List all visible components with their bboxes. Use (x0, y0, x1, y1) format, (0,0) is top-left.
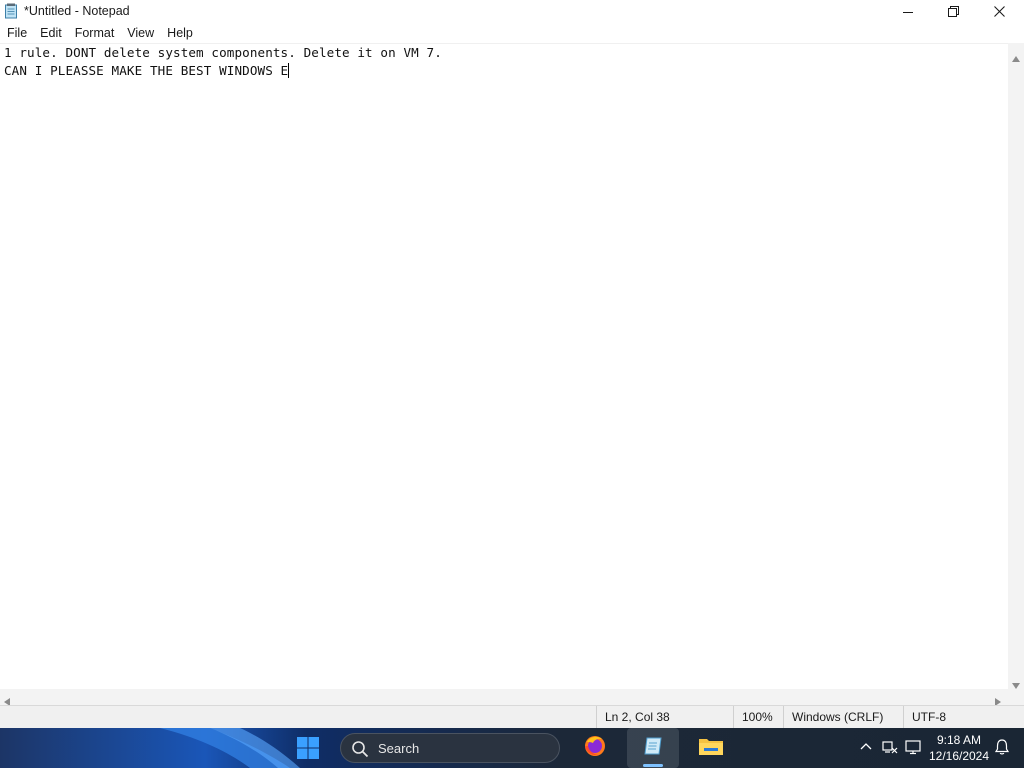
editor-line: CAN I PLEASSE MAKE THE BEST WINDOWS E (4, 63, 290, 78)
notification-bell-icon[interactable] (993, 738, 1011, 756)
notepad-window: *Untitled - Notepad File Edit Format Vie… (0, 0, 1024, 729)
taskbar-app-notepad[interactable] (627, 728, 679, 768)
minimize-button[interactable] (885, 0, 931, 23)
active-app-indicator (643, 764, 663, 767)
menu-bar: File Edit Format View Help (0, 23, 1024, 43)
scrollbar-corner (1008, 689, 1024, 705)
status-encoding: UTF-8 (903, 706, 1024, 729)
close-icon (993, 6, 1005, 17)
menu-edit[interactable]: Edit (33, 23, 68, 43)
text-editor[interactable]: 1 rule. DONT delete system components. D… (0, 43, 1008, 689)
notepad-icon (4, 3, 19, 19)
menu-format[interactable]: Format (68, 23, 121, 43)
taskbar: Search 9:18 AM 12/16/2024 (0, 728, 1024, 768)
status-bar: Ln 2, Col 38 100% Windows (CRLF) UTF-8 (0, 705, 1024, 729)
menu-help[interactable]: Help (160, 23, 199, 43)
clock-time: 9:18 AM (936, 733, 982, 747)
taskbar-search-box[interactable]: Search (340, 733, 560, 763)
search-label: Search (378, 741, 420, 756)
display-icon[interactable] (904, 738, 922, 756)
text-caret (288, 63, 290, 78)
chevron-up-icon[interactable] (857, 738, 875, 756)
network-icon[interactable] (881, 738, 899, 756)
clock-date: 12/16/2024 (928, 749, 990, 763)
menu-file[interactable]: File (0, 23, 33, 43)
file-explorer-icon (698, 735, 724, 762)
editor-line: 1 rule. DONT delete system components. D… (4, 45, 442, 60)
status-line-ending: Windows (CRLF) (783, 706, 903, 729)
vertical-scrollbar[interactable] (1008, 43, 1024, 689)
windows-logo-icon (296, 737, 320, 764)
status-zoom: 100% (733, 706, 783, 729)
title-bar[interactable]: *Untitled - Notepad (0, 0, 1024, 23)
start-button[interactable] (296, 736, 322, 760)
window-title: *Untitled - Notepad (24, 4, 130, 18)
maximize-button[interactable] (930, 0, 976, 23)
minimize-icon (903, 7, 913, 17)
close-button[interactable] (976, 0, 1022, 23)
taskbar-app-firefox[interactable] (569, 728, 621, 768)
taskbar-app-file-explorer[interactable] (685, 728, 737, 768)
scroll-up-arrow-icon[interactable] (1012, 49, 1020, 67)
menu-view[interactable]: View (120, 23, 160, 43)
search-icon (351, 740, 369, 758)
status-cursor-position: Ln 2, Col 38 (596, 706, 733, 729)
restore-icon (947, 6, 959, 17)
firefox-icon (583, 734, 607, 763)
taskbar-clock[interactable]: 9:18 AM 12/16/2024 (926, 732, 992, 764)
notepad-icon (642, 735, 664, 762)
horizontal-scrollbar[interactable] (0, 689, 1008, 706)
